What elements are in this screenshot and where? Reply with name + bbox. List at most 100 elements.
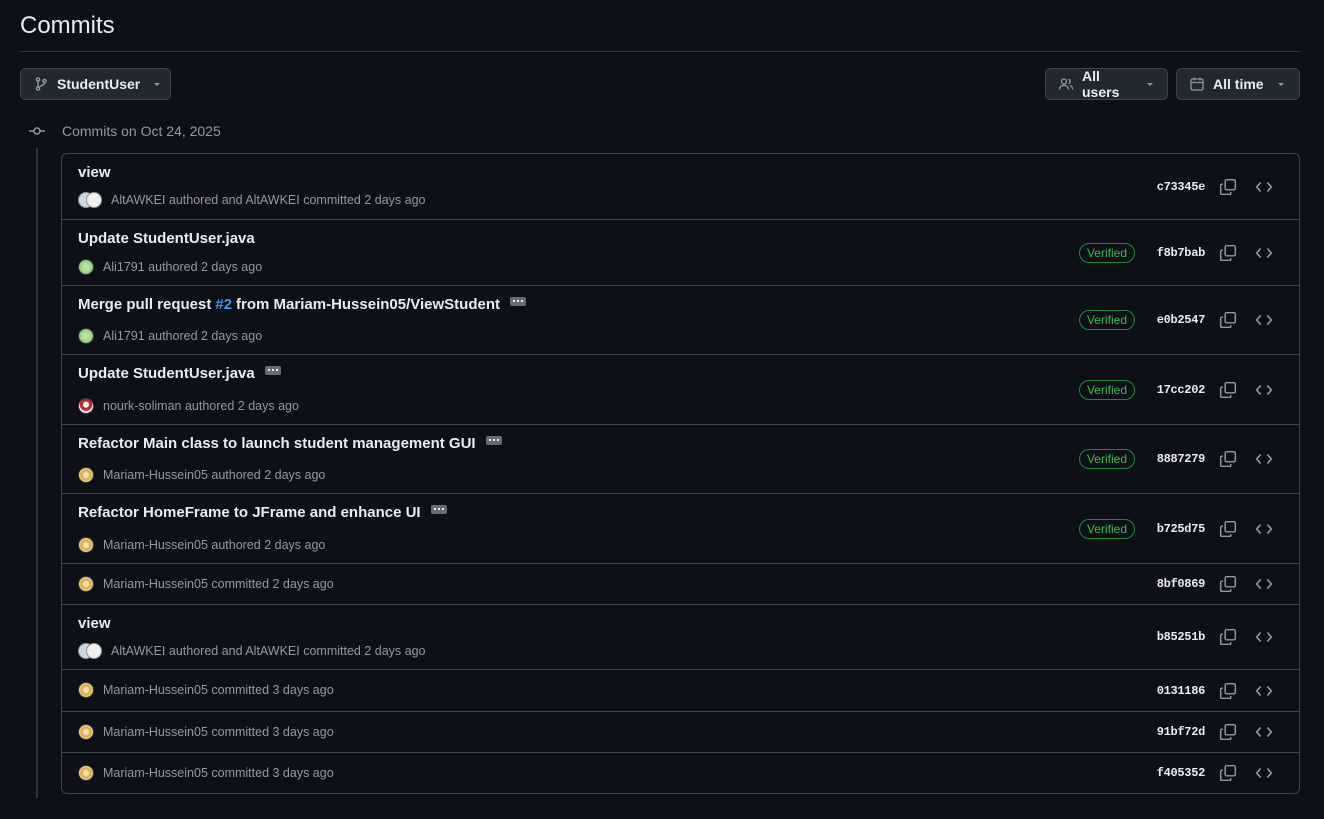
commit-message[interactable]: Refactor HomeFrame to JFrame and enhance… bbox=[78, 504, 447, 521]
time-filter-button[interactable]: All time bbox=[1176, 68, 1300, 100]
copy-icon[interactable] bbox=[1219, 764, 1237, 782]
verified-badge[interactable]: Verified bbox=[1078, 518, 1135, 539]
commit-row[interactable]: Update StudentUser.java Ali1791 authored … bbox=[62, 219, 1299, 285]
avatar[interactable] bbox=[78, 537, 94, 553]
avatar[interactable] bbox=[78, 764, 94, 781]
commit-sha-link[interactable]: 91bf72d bbox=[1157, 725, 1206, 739]
commit-sha-link[interactable]: 17cc202 bbox=[1157, 383, 1206, 397]
avatar[interactable] bbox=[86, 192, 102, 208]
commit-details: Update StudentUser.java nourk-soliman aut… bbox=[78, 355, 1039, 424]
commit-row[interactable]: Refactor HomeFrame to JFrame and enhance… bbox=[62, 493, 1299, 563]
browse-code-icon[interactable] bbox=[1255, 723, 1273, 741]
commit-row[interactable]: Mariam-Hussein05 committed 3 days ago f40… bbox=[62, 752, 1299, 793]
commit-details: Merge pull request #2 from Mariam-Hussein0… bbox=[78, 286, 1039, 354]
commit-row[interactable]: view AltAWKEI authored and AltAWKEI commi… bbox=[62, 604, 1299, 669]
pull-request-link[interactable]: #2 bbox=[215, 296, 232, 313]
commit-message-text: Update StudentUser.java bbox=[78, 230, 255, 247]
browse-code-icon[interactable] bbox=[1255, 575, 1273, 593]
commit-message[interactable]: Update StudentUser.java bbox=[78, 230, 255, 247]
expand-description-button[interactable] bbox=[485, 436, 502, 445]
avatar[interactable] bbox=[78, 398, 94, 414]
copy-icon[interactable] bbox=[1219, 723, 1237, 741]
avatar[interactable] bbox=[78, 259, 94, 275]
avatar[interactable] bbox=[78, 328, 94, 344]
coauthor-avatars[interactable] bbox=[78, 643, 102, 659]
browse-code-icon[interactable] bbox=[1255, 450, 1273, 468]
avatar[interactable] bbox=[78, 723, 94, 740]
browse-code-icon[interactable] bbox=[1255, 764, 1273, 782]
commit-details: view AltAWKEI authored and AltAWKEI commi… bbox=[78, 605, 1039, 669]
copy-icon[interactable] bbox=[1219, 178, 1237, 196]
avatar[interactable] bbox=[86, 643, 102, 659]
page-title: Commits bbox=[20, 12, 115, 39]
commit-details: Refactor HomeFrame to JFrame and enhance… bbox=[78, 494, 1039, 563]
verified-badge[interactable]: Verified bbox=[1078, 449, 1135, 469]
commit-row[interactable]: Mariam-Hussein05 committed 2 days ago 8bf… bbox=[62, 563, 1299, 604]
commit-actions: Verified 17cc202 bbox=[1039, 355, 1299, 424]
commit-author-text: AltAWKEI authored and AltAWKEI committed… bbox=[111, 193, 426, 207]
commit-sha-link[interactable]: 0131186 bbox=[1157, 684, 1206, 698]
commit-message-text: Refactor Main class to launch student ma… bbox=[78, 435, 476, 452]
expand-description-button[interactable] bbox=[430, 505, 447, 514]
copy-icon[interactable] bbox=[1219, 575, 1237, 593]
commit-sha-link[interactable]: b725d75 bbox=[1157, 522, 1206, 536]
commit-row[interactable]: view AltAWKEI authored and AltAWKEI commi… bbox=[62, 154, 1299, 219]
commit-row[interactable]: Mariam-Hussein05 committed 3 days ago 013… bbox=[62, 669, 1299, 711]
caret-down-icon bbox=[1147, 83, 1153, 86]
copy-icon[interactable] bbox=[1219, 244, 1237, 262]
browse-code-icon[interactable] bbox=[1255, 311, 1273, 329]
expand-description-button[interactable] bbox=[264, 366, 281, 375]
commit-details: Mariam-Hussein05 committed 3 days ago bbox=[78, 753, 1039, 793]
browse-code-icon[interactable] bbox=[1255, 628, 1273, 646]
commit-sha-link[interactable]: c73345e bbox=[1157, 180, 1206, 194]
git-branch-icon bbox=[35, 77, 47, 91]
copy-icon[interactable] bbox=[1219, 311, 1237, 329]
commit-message[interactable]: Merge pull request #2 from Mariam-Hussein0… bbox=[78, 296, 527, 313]
commit-sha-link[interactable]: 8887279 bbox=[1157, 452, 1206, 466]
copy-icon[interactable] bbox=[1219, 381, 1237, 399]
avatar[interactable] bbox=[78, 467, 94, 483]
commit-author-text: Mariam-Hussein05 committed 2 days ago bbox=[103, 576, 334, 591]
avatar[interactable] bbox=[78, 575, 94, 592]
browse-code-icon[interactable] bbox=[1255, 381, 1273, 399]
commit-row[interactable]: Update StudentUser.java nourk-soliman aut… bbox=[62, 354, 1299, 424]
commit-sha-link[interactable]: 8bf0869 bbox=[1157, 577, 1206, 591]
copy-icon[interactable] bbox=[1219, 628, 1237, 646]
copy-icon[interactable] bbox=[1219, 520, 1237, 538]
browse-code-icon[interactable] bbox=[1255, 520, 1273, 538]
commit-row[interactable]: Refactor Main class to launch student ma… bbox=[62, 424, 1299, 493]
commit-meta: Ali1791 authored 2 days ago bbox=[78, 259, 262, 275]
commit-message[interactable]: Update StudentUser.java bbox=[78, 365, 281, 382]
commit-author-text: Ali1791 authored 2 days ago bbox=[103, 329, 263, 343]
commit-sha-link[interactable]: f405352 bbox=[1157, 766, 1206, 780]
copy-icon[interactable] bbox=[1219, 682, 1237, 700]
commit-message[interactable]: Refactor Main class to launch student ma… bbox=[78, 435, 502, 452]
timeline-heading: Commits on Oct 24, 2025 bbox=[28, 122, 221, 140]
commit-meta: Mariam-Hussein05 committed 3 days ago bbox=[78, 723, 334, 740]
branch-select-button[interactable]: StudentUser bbox=[20, 68, 171, 100]
branch-name: StudentUser bbox=[57, 76, 141, 92]
users-filter-button[interactable]: All users bbox=[1045, 68, 1168, 100]
commit-message[interactable]: view bbox=[78, 164, 111, 181]
browse-code-icon[interactable] bbox=[1255, 178, 1273, 196]
browse-code-icon[interactable] bbox=[1255, 244, 1273, 262]
commit-message[interactable]: view bbox=[78, 615, 111, 632]
commit-sha-link[interactable]: e0b2547 bbox=[1157, 313, 1206, 327]
commit-details: Mariam-Hussein05 committed 3 days ago bbox=[78, 712, 1039, 752]
commit-author-text: Mariam-Hussein05 authored 2 days ago bbox=[103, 538, 326, 552]
timeline-line bbox=[36, 148, 38, 798]
verified-badge[interactable]: Verified bbox=[1078, 242, 1135, 263]
browse-code-icon[interactable] bbox=[1255, 682, 1273, 700]
avatar[interactable] bbox=[78, 682, 94, 698]
verified-badge[interactable]: Verified bbox=[1078, 310, 1135, 330]
commit-row[interactable]: Merge pull request #2 from Mariam-Hussein0… bbox=[62, 285, 1299, 354]
commit-sha-link[interactable]: f8b7bab bbox=[1157, 246, 1206, 260]
commit-meta: AltAWKEI authored and AltAWKEI committed… bbox=[78, 192, 426, 208]
timeline-date-title: Commits on Oct 24, 2025 bbox=[62, 123, 221, 139]
commit-row[interactable]: Mariam-Hussein05 committed 3 days ago 91b… bbox=[62, 711, 1299, 752]
coauthor-avatars[interactable] bbox=[78, 192, 102, 208]
commit-sha-link[interactable]: b85251b bbox=[1157, 630, 1206, 644]
verified-badge[interactable]: Verified bbox=[1078, 379, 1135, 400]
expand-description-button[interactable] bbox=[510, 297, 527, 306]
copy-icon[interactable] bbox=[1219, 450, 1237, 468]
